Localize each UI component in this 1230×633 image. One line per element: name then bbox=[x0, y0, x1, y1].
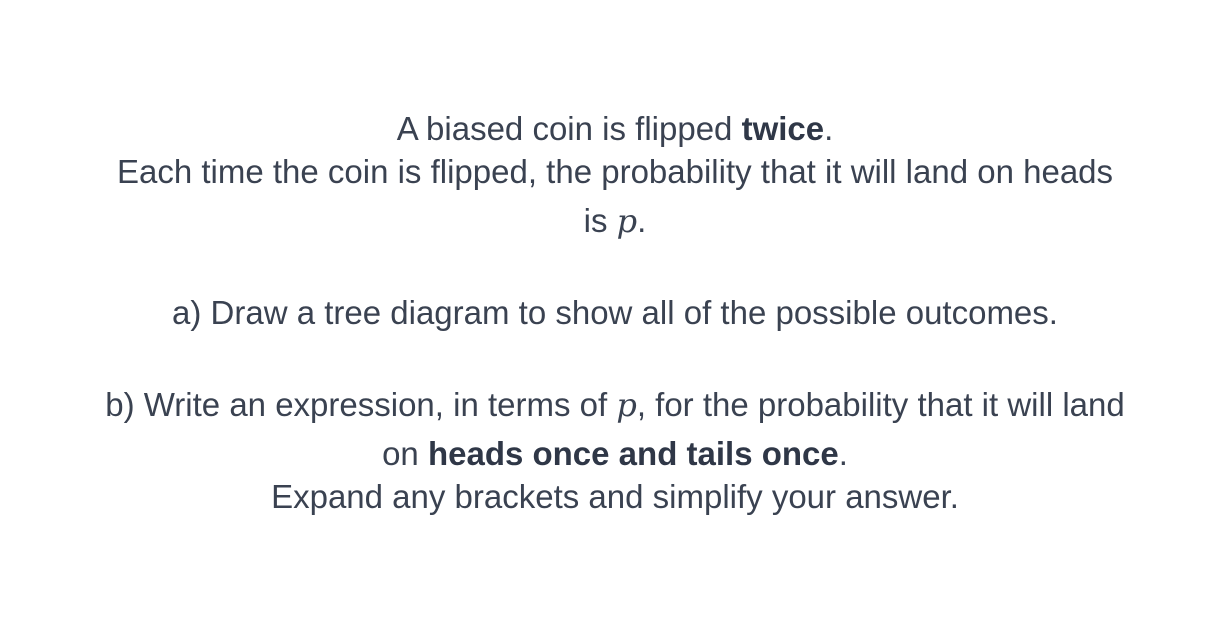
question-line-3: is p. bbox=[0, 201, 1230, 241]
text-segment: b) Write an expression, in terms of bbox=[105, 386, 617, 423]
text-segment: . bbox=[838, 435, 848, 472]
bold-text: twice bbox=[741, 110, 825, 147]
bold-text: heads once and tails once bbox=[427, 435, 839, 472]
text-segment: A biased coin is flipped bbox=[396, 110, 742, 147]
variable-p: p bbox=[616, 202, 638, 240]
text-segment: . bbox=[824, 110, 834, 147]
part-b-line-3: Expand any brackets and simplify your an… bbox=[271, 478, 959, 515]
text-segment: is bbox=[583, 202, 617, 239]
text-segment: , for the probability that it will land bbox=[636, 386, 1125, 423]
part-b-line-1: b) Write an expression, in terms of p, f… bbox=[0, 385, 1230, 425]
question-text: A biased coin is flipped twice. Each tim… bbox=[0, 0, 1230, 633]
question-line-1: A biased coin is flipped twice. bbox=[0, 109, 1230, 149]
text-segment: . bbox=[637, 202, 647, 239]
part-b-line-2: on heads once and tails once. bbox=[0, 434, 1230, 474]
text-segment: on bbox=[382, 435, 428, 472]
variable-p: p bbox=[616, 386, 637, 424]
part-a-text: a) Draw a tree diagram to show all of th… bbox=[172, 294, 1058, 331]
question-line-2: Each time the coin is flipped, the proba… bbox=[116, 153, 1114, 190]
